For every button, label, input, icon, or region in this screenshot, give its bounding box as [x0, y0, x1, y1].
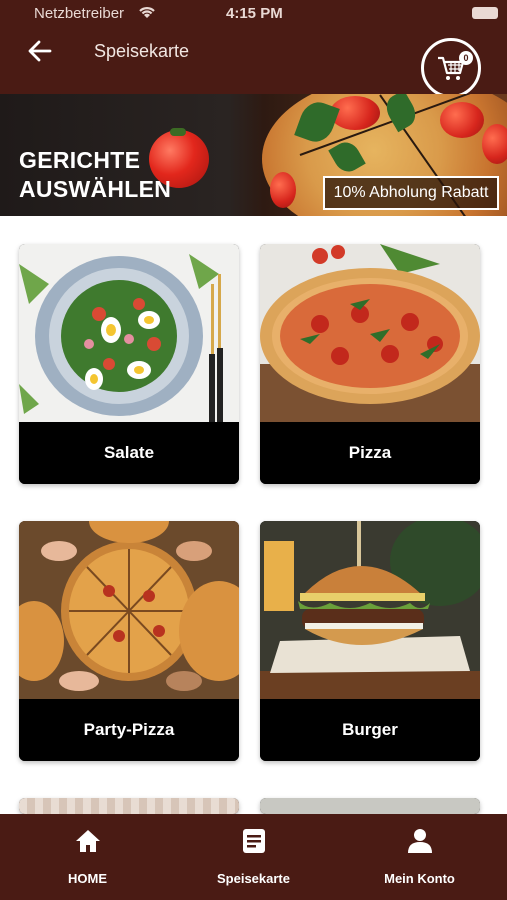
account-icon [408, 829, 432, 853]
category-label: Salate [19, 422, 239, 484]
nav-home[interactable]: HOME [3, 814, 172, 900]
cart-button[interactable]: 0 [421, 38, 481, 98]
pizza-illustration [260, 244, 480, 422]
category-label: Pizza [260, 422, 480, 484]
category-card-salate[interactable]: Salate [19, 244, 239, 484]
nav-speisekarte[interactable]: Speisekarte [169, 814, 338, 900]
category-label: Party-Pizza [19, 699, 239, 761]
category-card-burger[interactable]: Burger [260, 521, 480, 761]
banner-headline-line1: GERICHTE [19, 147, 141, 173]
banner-headline: GERICHTE AUSWÄHLEN [19, 146, 171, 204]
home-icon [76, 830, 100, 852]
discount-badge: 10% Abholung Rabatt [323, 176, 499, 210]
status-bar: Netzbetreiber 4:15 PM [0, 0, 507, 28]
menu-book-icon [243, 829, 265, 853]
category-card-party-pizza[interactable]: Party-Pizza [19, 521, 239, 761]
category-card-partial-right[interactable] [260, 798, 480, 814]
category-card-pizza[interactable]: Pizza [260, 244, 480, 484]
party-pizza-illustration [19, 521, 239, 699]
nav-mein-konto-label: Mein Konto [384, 871, 455, 886]
category-image-partial [19, 798, 239, 814]
burger-image [260, 521, 480, 699]
wifi-icon [139, 7, 155, 18]
tomato-slice [482, 124, 507, 164]
tomato-stem [170, 128, 186, 136]
bottom-navigation: HOME Speisekarte Mein Konto [0, 814, 507, 900]
category-card-partial-left[interactable] [19, 798, 239, 814]
tomato-slice [440, 102, 484, 138]
banner-headline-line2: AUSWÄHLEN [19, 176, 172, 202]
category-image-partial [260, 798, 480, 814]
cart-count-badge: 0 [459, 51, 473, 65]
party-pizza-image [19, 521, 239, 699]
category-label: Burger [260, 699, 480, 761]
nav-speisekarte-label: Speisekarte [217, 871, 290, 886]
burger-illustration [260, 521, 480, 699]
app-header: Netzbetreiber 4:15 PM Speisekarte 0 [0, 0, 507, 98]
back-arrow-icon[interactable] [26, 38, 54, 64]
nav-mein-konto[interactable]: Mein Konto [335, 814, 504, 900]
page-title: Speisekarte [94, 41, 190, 61]
salad-bowl-illustration [19, 254, 223, 422]
salad-image [19, 244, 239, 422]
pizza-image [260, 244, 480, 422]
battery-icon [472, 7, 498, 19]
tomato-slice [270, 172, 296, 208]
nav-home-label: HOME [68, 871, 107, 886]
status-time: 4:15 PM [226, 5, 283, 22]
carrier-label: Netzbetreiber [34, 5, 125, 22]
